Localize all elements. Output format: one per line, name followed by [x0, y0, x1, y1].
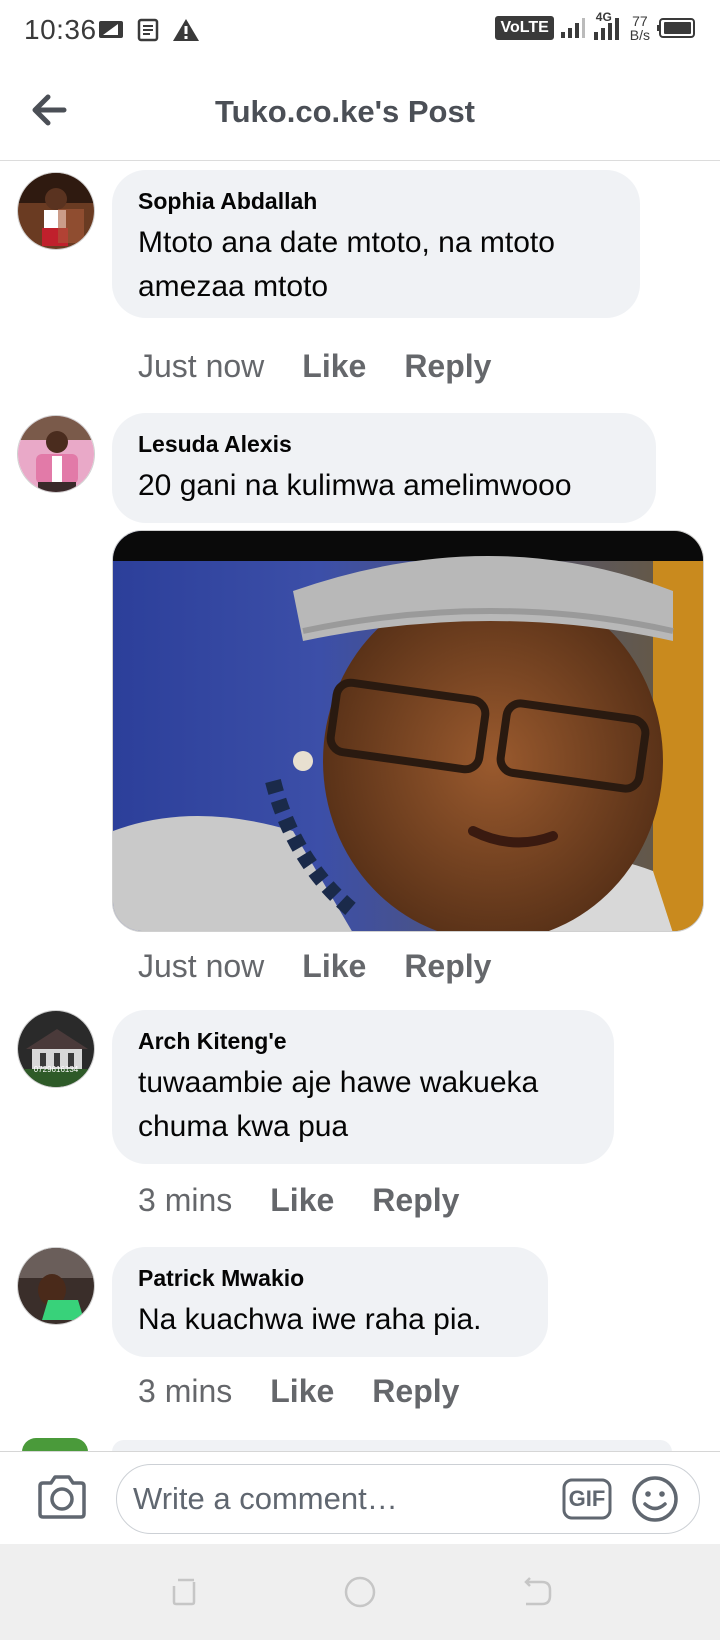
like-button[interactable]: Like — [270, 1182, 334, 1219]
post-header: Tuko.co.ke's Post — [0, 66, 720, 161]
comment-author[interactable]: Arch Kiteng'e — [138, 1028, 588, 1055]
avatar-caption: 0729616134 — [33, 1065, 79, 1074]
sim-icon — [99, 21, 123, 38]
comment-composer: GIF — [0, 1451, 720, 1544]
status-right: VoLTE 4G 77 B/s — [495, 10, 696, 43]
net-speed: 77 B/s — [629, 13, 650, 43]
like-button[interactable]: Like — [302, 948, 366, 985]
camera-icon[interactable] — [36, 1474, 88, 1520]
status-bar: 10:36 VoLTE 4G 77 B/s — [0, 0, 720, 66]
battery-icon — [657, 18, 695, 38]
gif-label: GIF — [568, 1486, 606, 1511]
home-icon[interactable] — [340, 1572, 380, 1612]
comment-actions: 3 mins Like Reply — [138, 1182, 459, 1219]
comment-photo[interactable] — [112, 530, 704, 932]
comment-author[interactable]: Patrick Mwakio — [138, 1265, 522, 1292]
avatar[interactable] — [17, 172, 95, 250]
comment-actions: Just now Like Reply — [138, 948, 491, 985]
reply-button[interactable]: Reply — [372, 1182, 459, 1219]
comment-text: 20 gani na kulimwa amelimwooo — [138, 469, 572, 502]
comment-time: 3 mins — [138, 1182, 233, 1218]
volte-badge: VoLTE — [495, 16, 554, 40]
reply-button[interactable]: Reply — [404, 948, 491, 985]
comment-text: tuwaambie aje hawe wakueka chuma kwa pua — [138, 1066, 539, 1143]
comment-actions: 3 mins Like Reply — [138, 1373, 459, 1410]
back-nav-icon[interactable] — [516, 1572, 556, 1612]
emoji-icon[interactable] — [630, 1474, 680, 1524]
comment-text: Mtoto ana date mtoto, na mtoto amezaa mt… — [138, 226, 555, 303]
signal-icon — [560, 18, 585, 38]
gif-button[interactable]: GIF — [562, 1478, 612, 1520]
comment-author[interactable]: Lesuda Alexis — [138, 431, 630, 458]
warning-icon — [173, 19, 199, 41]
reply-button[interactable]: Reply — [372, 1373, 459, 1410]
comment-bubble[interactable]: Lesuda Alexis 20 gani na kulimwa amelimw… — [112, 413, 656, 523]
recent-apps-icon[interactable] — [164, 1572, 204, 1612]
comment-input[interactable] — [116, 1464, 700, 1534]
avatar — [22, 1438, 88, 1452]
avatar[interactable]: 0729616134 — [17, 1010, 95, 1088]
avatar[interactable] — [17, 415, 95, 493]
avatar[interactable] — [17, 1247, 95, 1325]
reply-button[interactable]: Reply — [404, 348, 491, 385]
comment-bubble[interactable]: Sophia Abdallah Mtoto ana date mtoto, na… — [112, 170, 640, 318]
system-nav-bar — [0, 1544, 720, 1640]
comment-bubble[interactable]: Arch Kiteng'e tuwaambie aje hawe wakueka… — [112, 1010, 614, 1164]
comment-time: Just now — [138, 348, 265, 384]
news-icon — [137, 18, 159, 42]
page-title: Tuko.co.ke's Post — [214, 94, 476, 129]
like-button[interactable]: Like — [302, 348, 366, 385]
comment-text: Na kuachwa iwe raha pia. — [138, 1303, 482, 1336]
status-time: 10:36 — [24, 14, 97, 45]
comment-author[interactable]: Sophia Abdallah — [138, 188, 614, 215]
comment-time: 3 mins — [138, 1373, 233, 1409]
comment-bubble[interactable]: Patrick Mwakio Na kuachwa iwe raha pia. — [112, 1247, 548, 1357]
like-button[interactable]: Like — [270, 1373, 334, 1410]
signal-4g-icon: 4G — [592, 10, 624, 42]
comment-time: Just now — [138, 948, 265, 984]
comment-actions: Just now Like Reply — [138, 348, 491, 385]
